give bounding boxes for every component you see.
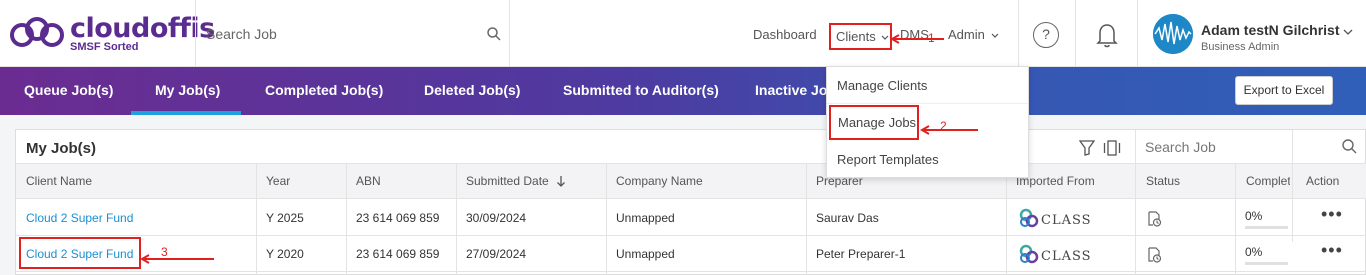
- header-search: [196, 0, 510, 67]
- table-row: Cloud 2 Super Fund Y 2025 23 614 069 859…: [16, 200, 1366, 236]
- cloudoffis-logo[interactable]: cloudoffis SMSF Sorted: [8, 13, 215, 55]
- more-actions-icon[interactable]: •••: [1321, 204, 1343, 225]
- column-header[interactable]: Company Name: [616, 174, 703, 188]
- tab-inactive-jobs[interactable]: Inactive Job: [755, 82, 836, 98]
- nav-dashboard[interactable]: Dashboard: [753, 27, 817, 42]
- top-header: cloudoffis SMSF Sorted Dashboard Clients…: [0, 0, 1366, 67]
- my-jobs-panel: My Job(s) Client Name Year ABN Submitted…: [15, 129, 1366, 275]
- table-header: Client Name Year ABN Submitted Date Comp…: [16, 163, 1366, 199]
- user-name[interactable]: Adam testN Gilchrist: [1201, 22, 1339, 38]
- preparer-cell: Saurav Das: [816, 211, 879, 225]
- table-row: Cloud 2 Super Fund Y 2020 23 614 069 859…: [16, 236, 1366, 272]
- tab-completed-jobs[interactable]: Completed Job(s): [265, 82, 383, 98]
- annotation-arrow-icon: [920, 125, 978, 135]
- panel-title: My Job(s): [26, 140, 97, 157]
- column-header[interactable]: Year: [266, 174, 290, 188]
- filter-icon[interactable]: [1079, 140, 1095, 156]
- preparer-cell: Peter Preparer-1: [816, 247, 906, 261]
- panel-search: [1135, 130, 1366, 163]
- clients-dropdown-menu: Manage Clients Manage Jobs Report Templa…: [826, 66, 1029, 178]
- panel-search-input[interactable]: [1145, 137, 1325, 157]
- column-header[interactable]: Complet: [1246, 174, 1290, 188]
- year-cell: Y 2020: [266, 247, 304, 261]
- submitted-date-cell: 30/09/2024: [466, 211, 527, 225]
- more-actions-icon[interactable]: •••: [1321, 240, 1343, 261]
- annotation-arrow-icon: [140, 254, 214, 264]
- abn-cell: 23 614 069 859: [356, 211, 440, 225]
- imported-from-label: CLASS: [1041, 249, 1092, 264]
- column-header[interactable]: Submitted Date: [466, 174, 549, 188]
- column-header[interactable]: Client Name: [26, 174, 92, 188]
- brand-tagline: SMSF Sorted: [70, 41, 139, 53]
- imported-from-label: CLASS: [1041, 213, 1092, 228]
- class-logo-icon: [1019, 244, 1039, 264]
- column-header: Action: [1306, 174, 1340, 188]
- sort-down-icon[interactable]: [556, 175, 566, 187]
- nav-clients[interactable]: Clients: [829, 23, 892, 50]
- tab-submitted-to-auditor[interactable]: Submitted to Auditor(s): [563, 82, 719, 98]
- search-icon[interactable]: [1342, 139, 1357, 154]
- tab-my-jobs[interactable]: My Job(s): [155, 82, 220, 98]
- divider: [509, 0, 510, 67]
- column-header[interactable]: Status: [1146, 174, 1180, 188]
- cloud-logo-icon: [10, 17, 64, 47]
- abn-cell: 23 614 069 859: [356, 247, 440, 261]
- tab-deleted-jobs[interactable]: Deleted Job(s): [424, 82, 520, 98]
- divider: [1075, 0, 1076, 67]
- divider: [1018, 0, 1019, 67]
- help-icon[interactable]: ?: [1033, 22, 1059, 48]
- export-to-excel-button[interactable]: Export to Excel: [1235, 76, 1333, 105]
- avatar[interactable]: [1153, 14, 1193, 54]
- tab-queue-jobs[interactable]: Queue Job(s): [24, 82, 113, 98]
- column-header[interactable]: ABN: [356, 174, 381, 188]
- annotation-highlight-box: [19, 237, 141, 269]
- avatar-waveform-icon: [1153, 14, 1193, 54]
- user-role: Business Admin: [1201, 41, 1280, 53]
- imported-from-cell: CLASS: [1019, 205, 1099, 231]
- nav-admin-label: Admin: [948, 27, 985, 42]
- annotation-arrow-icon: [890, 34, 944, 44]
- nav-clients-label: Clients: [836, 29, 876, 44]
- completion-percent: 0%: [1245, 245, 1263, 259]
- year-cell: Y 2025: [266, 211, 304, 225]
- completion-progress-bar: [1245, 226, 1288, 229]
- menu-item-manage-clients[interactable]: Manage Clients: [827, 67, 1028, 104]
- submitted-date-cell: 27/09/2024: [466, 247, 527, 261]
- menu-item-manage-jobs[interactable]: Manage Jobs: [829, 105, 919, 140]
- chevron-down-icon: [881, 35, 889, 40]
- header-search-input[interactable]: [206, 22, 466, 46]
- status-clock-icon[interactable]: [1146, 247, 1162, 263]
- search-icon[interactable]: [487, 27, 501, 41]
- nav-admin[interactable]: Admin: [948, 27, 999, 42]
- column-chooser-icon[interactable]: [1103, 140, 1121, 156]
- divider: [1137, 0, 1138, 67]
- brand-name: cloudoffis: [70, 13, 215, 44]
- company-name-cell: Unmapped: [616, 211, 675, 225]
- active-tab-indicator: [131, 111, 241, 115]
- bell-icon[interactable]: [1096, 22, 1118, 48]
- chevron-down-icon: [992, 33, 999, 38]
- status-clock-icon[interactable]: [1146, 211, 1162, 227]
- completion-progress-bar: [1245, 262, 1288, 265]
- client-name-link[interactable]: Cloud 2 Super Fund: [26, 211, 133, 225]
- chevron-down-icon[interactable]: [1343, 29, 1353, 36]
- class-logo-icon: [1019, 208, 1039, 228]
- imported-from-cell: CLASS: [1019, 241, 1099, 267]
- completion-percent: 0%: [1245, 209, 1263, 223]
- menu-item-report-templates[interactable]: Report Templates: [827, 141, 1028, 178]
- company-name-cell: Unmapped: [616, 247, 675, 261]
- job-tabs: Queue Job(s) My Job(s) Completed Job(s) …: [0, 67, 1366, 115]
